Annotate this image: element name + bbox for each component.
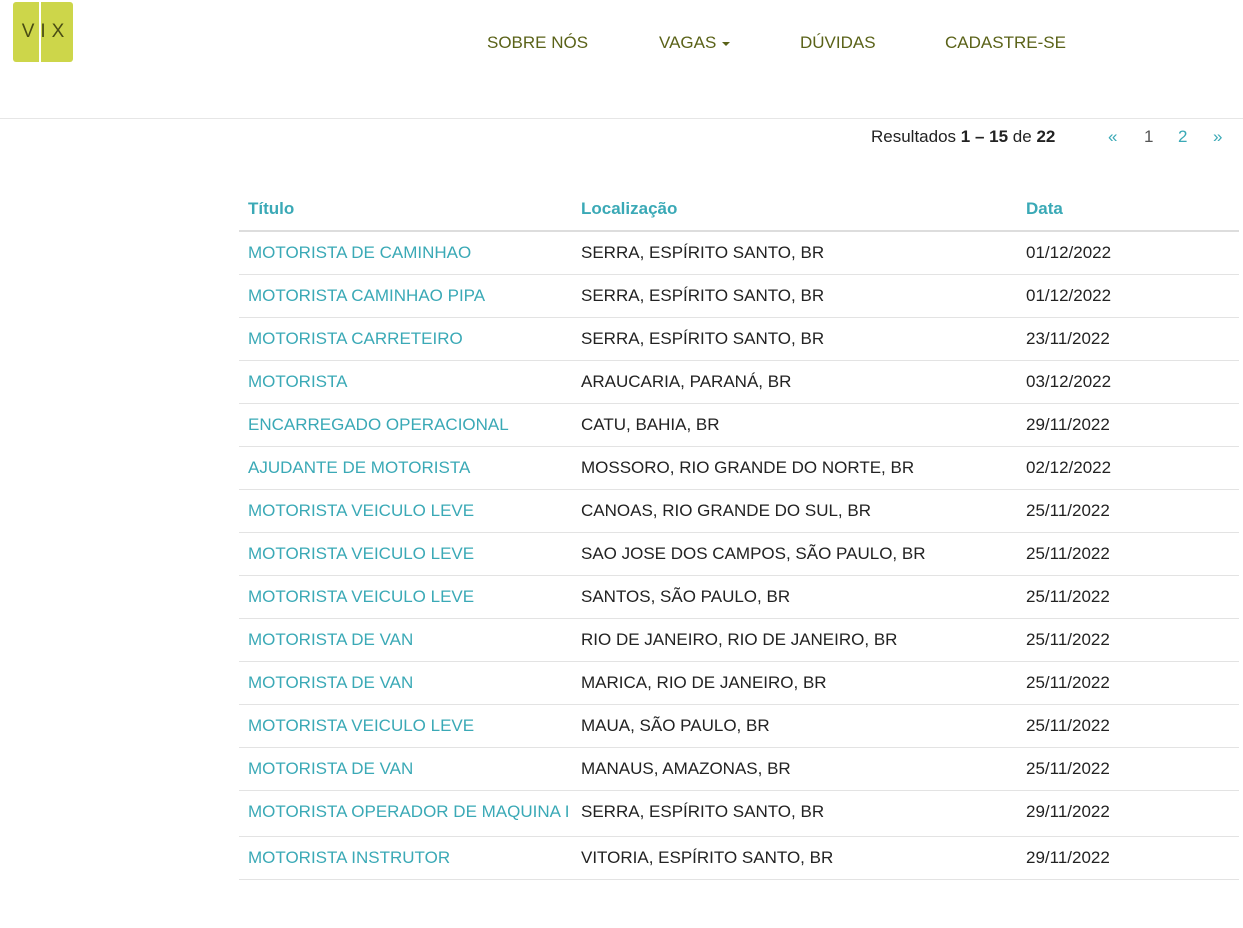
nav-item-sobre-nos[interactable]: SOBRE NÓS <box>487 31 588 55</box>
table-row: MOTORISTA VEICULO LEVE SANTOS, SÃO PAULO,… <box>239 576 1239 619</box>
header-date[interactable]: Data <box>1017 199 1239 219</box>
job-title-link[interactable]: MOTORISTA DE VAN <box>239 758 572 780</box>
job-location: SERRA, ESPÍRITO SANTO, BR <box>581 286 825 305</box>
header-location[interactable]: Localização <box>572 199 1017 219</box>
table-header: Título Localização Data <box>239 188 1239 232</box>
table-row: MOTORISTA CARRETEIRO SERRA, ESPÍRITO SANT… <box>239 318 1239 361</box>
results-range: 1 – 15 <box>960 127 1009 146</box>
job-date: 25/11/2022 <box>1026 587 1110 606</box>
caret-down-icon <box>722 41 731 46</box>
table-row: MOTORISTA VEICULO LEVE CANOAS, RIO GRANDE… <box>239 490 1239 533</box>
job-title-link[interactable]: MOTORISTA CAMINHAO PIPA <box>239 285 572 307</box>
results-summary: Resultados 1 – 15 de 22 <box>871 126 1055 148</box>
table-body: MOTORISTA DE CAMINHAO SERRA, ESPÍRITO SAN… <box>239 232 1239 880</box>
job-title-link[interactable]: MOTORISTA VEICULO LEVE <box>239 543 572 565</box>
job-title-link[interactable]: MOTORISTA DE CAMINHAO <box>239 242 572 264</box>
job-title-link[interactable]: MOTORISTA VEICULO LEVE <box>239 500 572 522</box>
nav-item-duvidas[interactable]: DÚVIDAS <box>800 31 876 55</box>
pagination-next[interactable]: » <box>1213 126 1222 148</box>
nav-item-cadastre-se[interactable]: CADASTRE-SE <box>945 31 1066 55</box>
job-date: 29/11/2022 <box>1026 848 1110 867</box>
pagination-prev[interactable]: « <box>1108 126 1117 148</box>
job-location: ARAUCARIA, PARANÁ, BR <box>581 372 792 391</box>
job-date: 29/11/2022 <box>1026 415 1110 434</box>
job-date: 01/12/2022 <box>1026 286 1112 305</box>
table-row: ENCARREGADO OPERACIONAL CATU, BAHIA, BR 29… <box>239 404 1239 447</box>
job-location: MARICA, RIO DE JANEIRO, BR <box>581 673 827 692</box>
job-location: SERRA, ESPÍRITO SANTO, BR <box>581 243 825 262</box>
results-prefix: Resultados <box>871 127 957 146</box>
job-location: SANTOS, SÃO PAULO, BR <box>581 587 791 606</box>
job-location: MAUA, SÃO PAULO, BR <box>581 716 770 735</box>
table-row: MOTORISTA OPERADOR DE MAQUINA I SERRA, ES… <box>239 791 1239 837</box>
table-row: MOTORISTA DE CAMINHAO SERRA, ESPÍRITO SAN… <box>239 232 1239 275</box>
job-title-link[interactable]: MOTORISTA <box>239 371 572 393</box>
job-date: 25/11/2022 <box>1026 673 1110 692</box>
job-title-link[interactable]: MOTORISTA INSTRUTOR <box>239 847 572 869</box>
job-date: 25/11/2022 <box>1026 759 1110 778</box>
job-location: RIO DE JANEIRO, RIO DE JANEIRO, BR <box>581 630 898 649</box>
job-title-link[interactable]: ENCARREGADO OPERACIONAL <box>239 414 572 436</box>
job-date: 25/11/2022 <box>1026 501 1110 520</box>
job-title-link[interactable]: MOTORISTA DE VAN <box>239 629 572 651</box>
job-location: SAO JOSE DOS CAMPOS, SÃO PAULO, BR <box>581 544 926 563</box>
header-title[interactable]: Título <box>239 199 572 219</box>
job-date: 25/11/2022 <box>1026 716 1110 735</box>
job-date: 23/11/2022 <box>1026 329 1110 348</box>
job-date: 03/12/2022 <box>1026 372 1112 391</box>
page: VIX SOBRE NÓS VAGAS DÚVIDAS CADASTRE-SE … <box>0 0 1243 928</box>
job-location: SERRA, ESPÍRITO SANTO, BR <box>581 329 825 348</box>
main-nav: SOBRE NÓS VAGAS DÚVIDAS CADASTRE-SE <box>0 31 1243 55</box>
table-row: MOTORISTA DE VAN MANAUS, AMAZONAS, BR 25/1… <box>239 748 1239 791</box>
nav-item-vagas[interactable]: VAGAS <box>659 31 731 55</box>
table-row: MOTORISTA ARAUCARIA, PARANÁ, BR 03/12/2022 <box>239 361 1239 404</box>
table-row: AJUDANTE DE MOTORISTA MOSSORO, RIO GRANDE… <box>239 447 1239 490</box>
job-title-link[interactable]: MOTORISTA VEICULO LEVE <box>239 715 572 737</box>
job-location: SERRA, ESPÍRITO SANTO, BR <box>581 802 825 821</box>
job-title-link[interactable]: AJUDANTE DE MOTORISTA <box>239 457 572 479</box>
job-location: CANOAS, RIO GRANDE DO SUL, BR <box>581 501 871 520</box>
job-location: MOSSORO, RIO GRANDE DO NORTE, BR <box>581 458 915 477</box>
table-row: MOTORISTA DE VAN RIO DE JANEIRO, RIO DE J… <box>239 619 1239 662</box>
results-of: de <box>1012 127 1032 146</box>
job-location: MANAUS, AMAZONAS, BR <box>581 759 791 778</box>
job-title-link[interactable]: MOTORISTA CARRETEIRO <box>239 328 572 350</box>
job-title-link[interactable]: MOTORISTA OPERADOR DE MAQUINA I <box>239 799 572 825</box>
job-date: 25/11/2022 <box>1026 544 1110 563</box>
job-date: 02/12/2022 <box>1026 458 1112 477</box>
job-title-link[interactable]: MOTORISTA VEICULO LEVE <box>239 586 572 608</box>
table-row: MOTORISTA VEICULO LEVE SAO JOSE DOS CAMPO… <box>239 533 1239 576</box>
table-row: MOTORISTA CAMINHAO PIPA SERRA, ESPÍRITO S… <box>239 275 1239 318</box>
job-title-link[interactable]: MOTORISTA DE VAN <box>239 672 572 694</box>
job-date: 01/12/2022 <box>1026 243 1112 262</box>
results-total: 22 <box>1036 127 1056 146</box>
job-date: 29/11/2022 <box>1026 802 1110 821</box>
job-location: VITORIA, ESPÍRITO SANTO, BR <box>581 848 834 867</box>
table-row: MOTORISTA INSTRUTOR VITORIA, ESPÍRITO SAN… <box>239 837 1239 880</box>
site-header: VIX SOBRE NÓS VAGAS DÚVIDAS CADASTRE-SE <box>0 0 1243 119</box>
table-row: MOTORISTA VEICULO LEVE MAUA, SÃO PAULO, B… <box>239 705 1239 748</box>
jobs-table: Título Localização Data MOTORISTA DE CAM… <box>239 188 1239 880</box>
table-row: MOTORISTA DE VAN MARICA, RIO DE JANEIRO, … <box>239 662 1239 705</box>
pagination-page-1[interactable]: 1 <box>1144 126 1153 148</box>
pagination-page-2[interactable]: 2 <box>1178 126 1187 148</box>
job-location: CATU, BAHIA, BR <box>581 415 720 434</box>
nav-item-vagas-label: VAGAS <box>659 33 717 52</box>
job-date: 25/11/2022 <box>1026 630 1110 649</box>
